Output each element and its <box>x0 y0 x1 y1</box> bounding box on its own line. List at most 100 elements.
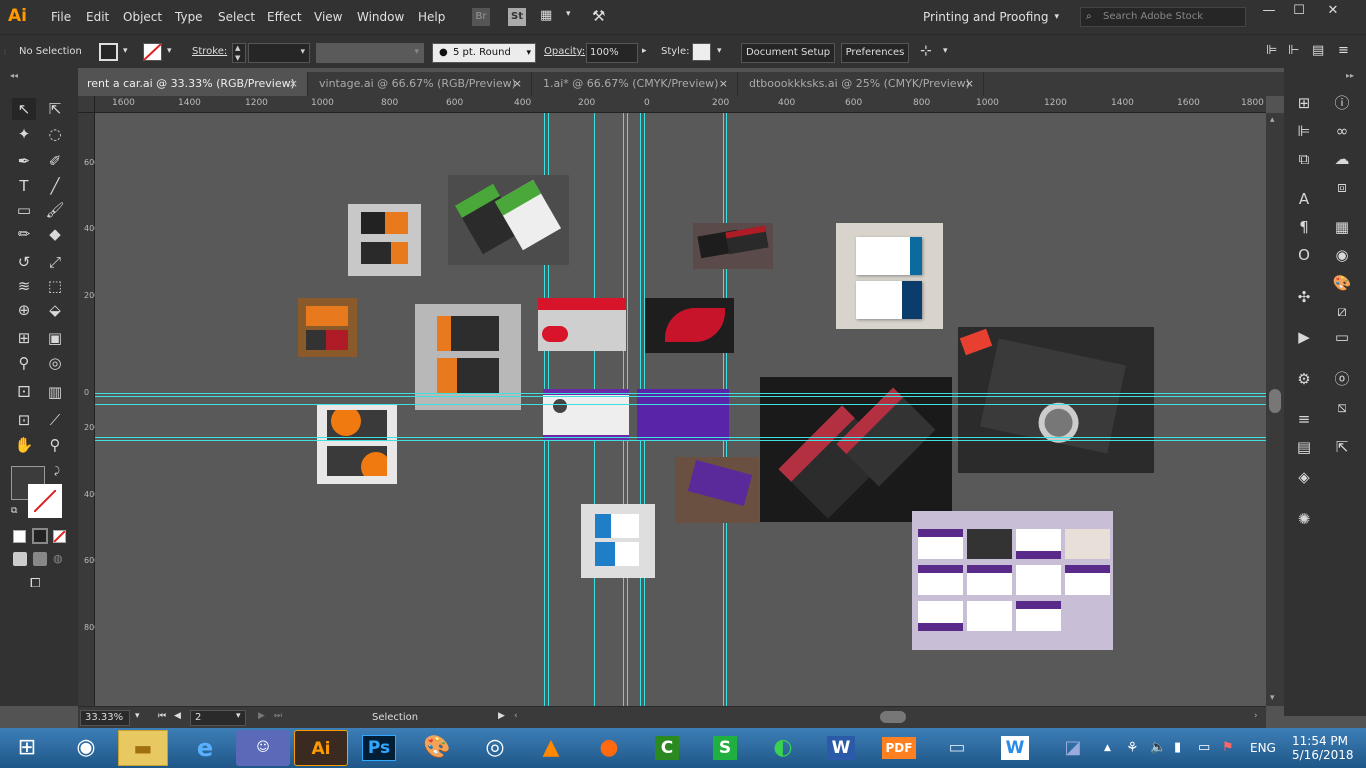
horizontal-guide[interactable] <box>95 437 1266 438</box>
close-tab-icon[interactable]: × <box>289 72 298 96</box>
word-icon[interactable]: W <box>814 730 868 766</box>
color-mode-icon[interactable] <box>13 530 26 543</box>
zoom-field[interactable]: 33.33% <box>80 710 130 726</box>
document-setup-button[interactable]: Document Setup <box>741 43 835 63</box>
pencil-tool-icon[interactable]: ✏ <box>12 223 36 245</box>
align-icon[interactable]: ⊹ <box>920 43 932 59</box>
style-dropdown-icon[interactable]: ▾ <box>717 46 722 56</box>
direct-selection-tool-icon[interactable]: ⇱ <box>43 98 67 120</box>
artwork-red-black-card[interactable] <box>760 377 952 522</box>
default-colors-icon[interactable]: ⧉ <box>11 506 17 516</box>
menu-effect[interactable]: Effect <box>267 10 302 24</box>
start-button[interactable]: ⊞ <box>0 728 54 768</box>
screen-mode-icon[interactable]: ⧠ <box>30 576 50 592</box>
links-panel-icon[interactable]: ∞ <box>1328 120 1356 142</box>
column-graph-tool-icon[interactable]: ▥ <box>43 381 67 403</box>
color-guide-panel-icon[interactable]: ◉ <box>1328 244 1356 266</box>
menu-object[interactable]: Object <box>123 10 162 24</box>
expand-panels-icon[interactable]: ▸▸ <box>1346 71 1354 80</box>
symbol-sprayer-tool-icon[interactable]: ⚀ <box>12 381 36 403</box>
first-artboard-icon[interactable]: ⏮ <box>158 711 166 721</box>
color-panel-icon[interactable]: 🎨 <box>1328 272 1356 294</box>
opacity-field[interactable]: 100% <box>586 43 638 63</box>
vertical-ruler[interactable]: 600 400 200 0 200 400 600 800 <box>78 113 99 706</box>
scroll-right-icon[interactable]: › <box>1254 711 1258 721</box>
align-dropdown-icon[interactable]: ▾ <box>943 46 948 56</box>
layers-panel-icon[interactable]: ◈ <box>1290 466 1318 488</box>
opentype-panel-icon[interactable]: O <box>1290 244 1318 266</box>
paint-icon[interactable]: 🎨 <box>410 730 464 766</box>
camtasia-icon[interactable]: C <box>640 730 694 766</box>
lasso-tool-icon[interactable]: ◌ <box>43 123 67 145</box>
language-indicator[interactable]: ENG <box>1250 728 1276 768</box>
artboard-dropdown-icon[interactable]: ▾ <box>236 711 241 721</box>
swatches-panel-icon[interactable]: ▦ <box>1328 216 1356 238</box>
artwork-brochure-pages[interactable] <box>912 511 1113 650</box>
chevron-right-icon[interactable]: ▸ <box>642 46 647 56</box>
zoom-dropdown-icon[interactable]: ▾ <box>135 711 140 721</box>
action-center-icon[interactable]: ⚑ <box>1222 728 1234 768</box>
stroke-swatch[interactable] <box>143 43 162 61</box>
opacity-label[interactable]: Opacity: <box>544 46 585 57</box>
notes-icon[interactable]: ◪ <box>1046 730 1100 766</box>
vlc-icon[interactable]: ▲ <box>524 730 578 766</box>
artwork-orange-card[interactable] <box>348 204 421 276</box>
selection-tool-icon[interactable]: ↖ <box>12 98 36 120</box>
style-swatch[interactable] <box>692 43 711 61</box>
menu-file[interactable]: File <box>51 10 71 24</box>
stroke-panel-icon[interactable]: ≡ <box>1290 408 1318 430</box>
vertical-scrollbar[interactable]: ▴ ▾ <box>1266 113 1284 706</box>
stroke-color-swatch[interactable] <box>28 484 62 518</box>
tray-expand-icon[interactable]: ▲ <box>1104 728 1111 768</box>
curvature-tool-icon[interactable]: ✐ <box>43 150 67 172</box>
tab-rent-a-car[interactable]: rent a car.ai @ 33.33% (RGB/Preview) × <box>78 72 308 96</box>
slice-tool-icon[interactable]: ⟋ <box>43 409 67 431</box>
line-tool-icon[interactable]: ╱ <box>43 175 67 197</box>
artwork-blue-white-card[interactable] <box>836 223 943 329</box>
gradient-tool-icon[interactable]: ▣ <box>43 327 67 349</box>
artwork-rent-a-car-front[interactable] <box>538 298 626 351</box>
menu-edit[interactable]: Edit <box>86 10 109 24</box>
artwork-rent-a-car-back[interactable] <box>645 298 734 353</box>
transform-panel-icon[interactable]: ⊫ <box>1266 43 1277 58</box>
scroll-down-icon[interactable]: ▾ <box>1270 693 1275 703</box>
symbols-panel-icon[interactable]: ✣ <box>1290 286 1318 308</box>
brush-definition[interactable]: ● 5 pt. Round ▾ <box>432 43 536 63</box>
pen-tool-icon[interactable]: ✒ <box>12 150 36 172</box>
firefox-icon[interactable]: ● <box>582 730 636 766</box>
workspace-switcher[interactable]: Printing and Proofing ▾ <box>915 5 1067 29</box>
blend-tool-icon[interactable]: ◎ <box>43 352 67 374</box>
scale-tool-icon[interactable]: ⤢ <box>43 251 67 273</box>
horizontal-guide[interactable] <box>95 440 1266 441</box>
magic-wand-tool-icon[interactable]: ✦ <box>12 123 36 145</box>
horizontal-scroll-thumb[interactable] <box>880 711 906 723</box>
gradient-mode-icon[interactable] <box>32 528 48 544</box>
scroll-left-icon[interactable]: ‹ <box>514 711 518 721</box>
draw-behind-icon[interactable] <box>33 552 47 566</box>
transform-icon[interactable]: ▤ <box>1312 43 1324 58</box>
variable-width-profile[interactable]: ▾ <box>316 43 424 63</box>
close-tab-icon[interactable]: × <box>965 72 974 96</box>
artwork-red-dark-card[interactable] <box>693 223 773 269</box>
mesh-tool-icon[interactable]: ⊞ <box>12 327 36 349</box>
live-paint-tool-icon[interactable]: ⬙ <box>43 299 67 321</box>
paragraph-panel-icon[interactable]: ¶ <box>1290 216 1318 238</box>
menu-help[interactable]: Help <box>418 10 445 24</box>
draw-inside-icon[interactable]: ◍ <box>53 552 67 566</box>
tab-dtboookkksks[interactable]: dtboookkksks.ai @ 25% (CMYK/Preview) × <box>740 72 984 96</box>
none-mode-icon[interactable] <box>53 530 66 543</box>
wifi-icon[interactable]: ▮ <box>1174 728 1181 768</box>
pdf-icon[interactable]: PDF <box>872 730 926 766</box>
transform-panel-icon[interactable]: ⊞ <box>1290 92 1318 114</box>
menu-window[interactable]: Window <box>357 10 404 24</box>
volume-icon[interactable]: 🔈 <box>1150 728 1166 768</box>
sheets-icon[interactable]: S <box>698 730 752 766</box>
media-player-icon[interactable]: ◉ <box>62 730 110 766</box>
swap-colors-icon[interactable]: ⤸ <box>54 466 60 477</box>
rotate-tool-icon[interactable]: ↺ <box>12 251 36 273</box>
stroke-stepper[interactable]: ▲ ▼ <box>232 43 246 63</box>
draw-normal-icon[interactable] <box>13 552 27 566</box>
eraser-tool-icon[interactable]: ◆ <box>43 223 67 245</box>
info-panel-icon[interactable]: ⓘ <box>1328 92 1356 114</box>
arrange-documents-icon[interactable]: ▦ <box>540 9 558 23</box>
